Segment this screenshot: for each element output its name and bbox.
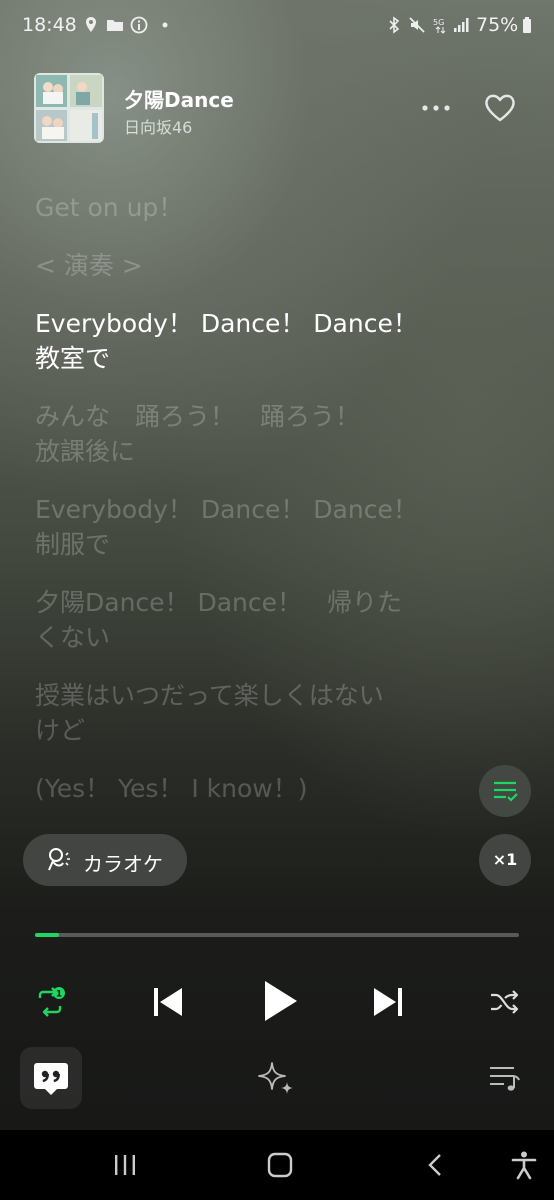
back-icon[interactable] xyxy=(424,1152,446,1178)
lyric-text: 制服で xyxy=(35,530,111,559)
status-bar: 18:48 5G 75% xyxy=(0,0,554,52)
accessibility-icon[interactable] xyxy=(510,1150,538,1180)
repeat-badge: 1 xyxy=(56,990,62,1000)
karaoke-button[interactable]: カラオケ xyxy=(23,834,187,886)
lyric-text: 夕陽Dance！ Dance！ 帰りた xyxy=(35,588,403,617)
home-icon[interactable] xyxy=(266,1152,294,1178)
battery-icon xyxy=(523,17,531,33)
lyrics-sync-button[interactable] xyxy=(479,765,531,817)
status-time: 18:48 xyxy=(22,14,77,36)
progress-bar[interactable] xyxy=(35,933,519,937)
lyric-line[interactable]: 授業はいつだって楽しくはない けど xyxy=(35,678,455,748)
lyric-line[interactable]: 夕陽Dance！ Dance！ 帰りた くない xyxy=(35,585,455,655)
song-title[interactable]: 夕陽Dance xyxy=(124,84,234,113)
album-art-image xyxy=(34,73,104,143)
repeat-one-icon[interactable]: 1 xyxy=(32,984,68,1020)
lyric-text: 教室で xyxy=(35,344,111,373)
lyric-text: Everybody！ Dance！ Dance！ xyxy=(35,309,418,338)
album-art[interactable] xyxy=(34,73,104,143)
lyric-text: くない xyxy=(35,623,111,652)
lyric-text: 授業はいつだって楽しくはない xyxy=(35,681,384,710)
recent-apps-icon[interactable] xyxy=(112,1152,138,1178)
lyric-line[interactable]: Get on up！ xyxy=(35,190,455,225)
lyric-text: みんな 踊ろう！ 踊ろう！ xyxy=(35,402,361,431)
lyric-line-active[interactable]: Everybody！ Dance！ Dance！ 教室で xyxy=(35,306,455,376)
lyric-text: 放課後に xyxy=(35,437,136,466)
signal-icon xyxy=(454,18,469,32)
folder-icon xyxy=(107,20,123,31)
karaoke-label: カラオケ xyxy=(83,852,163,876)
lyrics-button[interactable] xyxy=(20,1047,82,1109)
lyric-text: < 演奏 > xyxy=(35,251,143,280)
karaoke-mic-icon xyxy=(48,848,70,871)
next-track-icon[interactable] xyxy=(368,982,408,1022)
lyric-text: Get on up！ xyxy=(35,193,184,222)
heart-icon[interactable] xyxy=(482,90,518,126)
mute-icon xyxy=(409,17,425,33)
lyric-text: Everybody！ Dance！ Dance！ xyxy=(35,495,418,524)
quote-bubble-icon xyxy=(34,1063,68,1095)
lyric-line[interactable]: < 演奏 > xyxy=(35,248,455,283)
music-player-screen: 18:48 5G 75% 夕陽Dance 日向坂46 Get on up！ < … xyxy=(0,0,554,1200)
more-options-icon[interactable] xyxy=(418,94,454,122)
previous-track-icon[interactable] xyxy=(148,982,188,1022)
location-icon xyxy=(86,17,96,32)
lyric-text: けど xyxy=(35,716,86,745)
notification-dot-icon xyxy=(162,22,168,28)
artist-name[interactable]: 日向坂46 xyxy=(124,114,192,138)
system-navigation-bar xyxy=(0,1130,554,1200)
playback-speed-button[interactable]: ×1 xyxy=(479,834,531,886)
lyric-line[interactable]: Everybody！ Dance！ Dance！ 制服で xyxy=(35,492,455,562)
5g-icon: 5G xyxy=(433,18,446,34)
shuffle-icon[interactable] xyxy=(488,986,520,1018)
lyrics-list-icon xyxy=(494,781,518,802)
lyric-line[interactable]: (Yes！ Yes！ I know！) xyxy=(35,771,455,806)
bluetooth-icon xyxy=(389,16,400,34)
queue-icon[interactable] xyxy=(488,1064,522,1092)
battery-percent: 75% xyxy=(476,14,519,36)
svg-text:5G: 5G xyxy=(433,18,444,27)
lyric-line[interactable]: みんな 踊ろう！ 踊ろう！ 放課後に xyxy=(35,399,455,469)
sparkle-icon[interactable] xyxy=(256,1060,296,1096)
progress-fill xyxy=(35,933,60,937)
lyric-text: (Yes！ Yes！ I know！) xyxy=(35,774,308,803)
play-icon[interactable] xyxy=(258,976,302,1026)
info-icon xyxy=(130,16,148,34)
